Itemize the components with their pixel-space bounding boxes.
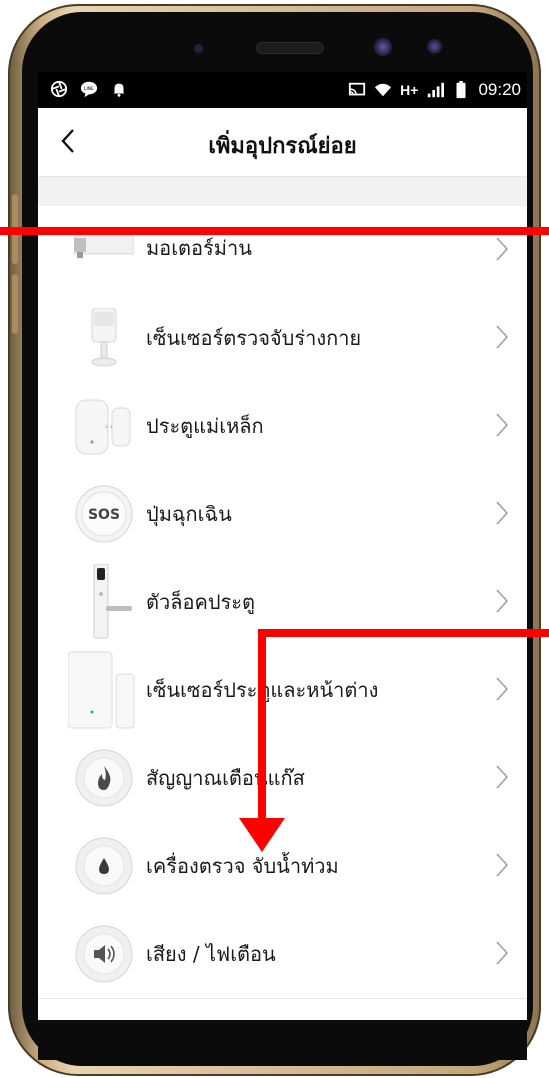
annotation-line-horizontal	[258, 629, 549, 637]
door-window-sensor-icon	[68, 651, 135, 729]
page-title: เพิ่มอุปกรณ์ย่อย	[208, 134, 357, 159]
device-label: เสียง / ไฟเตือน	[146, 942, 276, 966]
section-divider	[38, 177, 527, 208]
front-camera	[374, 38, 392, 56]
device-label: ปุ่มฉุกเฉิน	[146, 502, 232, 526]
chevron-right-icon	[496, 501, 509, 525]
front-sensor	[194, 44, 203, 53]
device-label: เซ็นเซอร์ตรวจจับร่างกาย	[146, 326, 362, 350]
aperture-icon	[50, 80, 68, 98]
list-item-door-window-sensor[interactable]: เซ็นเซอร์ประตูและหน้าต่าง	[38, 646, 527, 735]
list-item-gas-alarm[interactable]: สัญญาณเตือนแก๊ส	[38, 734, 527, 823]
device-label: เครื่องตรวจ จับน้ำท่วม	[146, 854, 339, 878]
chevron-right-icon	[496, 325, 509, 349]
annotation-arrow-head	[239, 818, 285, 852]
earpiece-speaker	[256, 42, 324, 54]
device-label: ตัวล็อคประตู	[146, 590, 256, 614]
signal-icon	[428, 82, 445, 98]
power-button	[12, 274, 18, 334]
list-item-sos-button[interactable]: SOS ปุ่มฉุกเฉิน	[38, 470, 527, 559]
annotation-line-vertical	[258, 629, 266, 829]
navigation-bar: เพิ่มอุปกรณ์ย่อย	[38, 108, 527, 177]
gas-alarm-icon	[75, 749, 133, 807]
chevron-right-icon	[496, 237, 509, 261]
svg-text:LINE: LINE	[84, 86, 94, 92]
cast-icon	[349, 82, 366, 96]
chevron-right-icon	[496, 677, 509, 701]
device-label: มอเตอร์ม่าน	[146, 236, 252, 260]
chevron-right-icon	[496, 941, 509, 965]
device-label: สัญญาณเตือนแก๊ส	[146, 766, 305, 790]
chevron-right-icon	[496, 413, 509, 437]
list-item-siren[interactable]: เสียง / ไฟเตือน	[38, 910, 527, 999]
wifi-icon	[375, 83, 392, 97]
curtain-motor-icon	[74, 235, 134, 258]
svg-text:SOS: SOS	[88, 507, 120, 523]
annotation-line-top	[0, 227, 549, 235]
screen-bottom-bezel	[38, 1020, 527, 1060]
list-item-motion-sensor[interactable]: เซ็นเซอร์ตรวจจับร่างกาย	[38, 294, 527, 383]
notification-bell-icon	[113, 83, 125, 97]
water-leak-icon	[75, 837, 133, 895]
status-bar: LINE H+ 09:20	[38, 72, 527, 108]
svg-text:› ‹: › ‹	[105, 423, 113, 431]
list-item-curtain-motor[interactable]: มอเตอร์ม่าน	[38, 206, 527, 295]
app-screen: LINE H+ 09:20 เพิ่มอุปกรณ์ย่อย มอเตอร์ม่…	[38, 72, 527, 1020]
network-type: H+	[400, 82, 419, 98]
battery-icon	[456, 81, 466, 99]
door-magnet-icon: › ‹	[75, 399, 131, 455]
chevron-right-icon	[496, 765, 509, 789]
device-label: ประตูแม่เหล็ก	[146, 414, 264, 438]
motion-sensor-icon	[91, 308, 117, 367]
chevron-right-icon	[496, 589, 509, 613]
list-item-door-magnet[interactable]: › ‹ ประตูแม่เหล็ก	[38, 382, 527, 471]
clock: 09:20	[478, 80, 521, 99]
sos-button-icon: SOS	[75, 485, 133, 543]
siren-icon	[75, 925, 133, 983]
front-camera-secondary	[427, 39, 442, 54]
line-app-icon: LINE	[80, 81, 98, 98]
chevron-right-icon	[496, 853, 509, 877]
door-lock-icon	[93, 564, 132, 639]
